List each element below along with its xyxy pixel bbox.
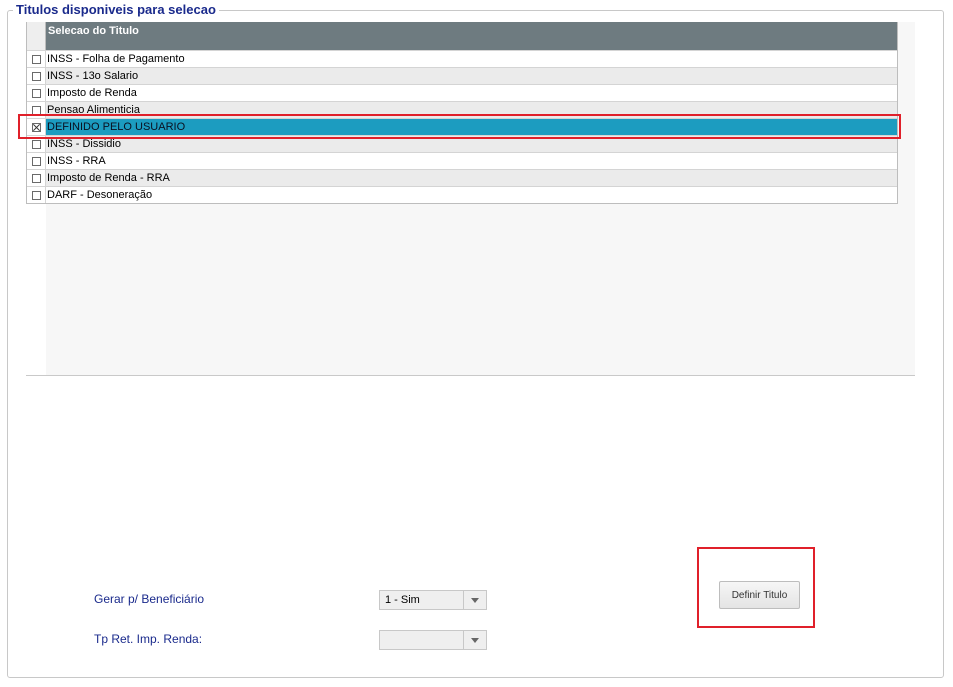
- header-checkbox-column: [27, 22, 46, 50]
- row-checkbox-cell: [27, 51, 46, 67]
- row-checkbox[interactable]: [31, 156, 41, 166]
- beneficiario-label: Gerar p/ Beneficiário: [94, 592, 205, 606]
- row-checkbox[interactable]: [31, 139, 41, 149]
- row-checkbox-cell: [27, 153, 46, 169]
- row-checkbox[interactable]: [31, 190, 41, 200]
- beneficiario-dropdown-button[interactable]: [463, 591, 486, 609]
- definir-titulo-button[interactable]: Definir Titulo: [719, 581, 800, 609]
- tp-ret-dropdown-button[interactable]: [463, 631, 486, 649]
- grid-row[interactable]: INSS - 13o Salario: [27, 67, 897, 84]
- grid-row[interactable]: Imposto de Renda: [27, 84, 897, 101]
- row-checkbox-cell: [27, 187, 46, 203]
- beneficiario-select[interactable]: 1 - Sim: [379, 590, 487, 610]
- row-title[interactable]: INSS - 13o Salario: [46, 68, 897, 84]
- beneficiario-value: 1 - Sim: [385, 594, 420, 606]
- grid-row[interactable]: INSS - RRA: [27, 152, 897, 169]
- row-checkbox[interactable]: [31, 173, 41, 183]
- grid-row[interactable]: Imposto de Renda - RRA: [27, 169, 897, 186]
- row-highlight-annotation: [18, 114, 901, 139]
- row-checkbox[interactable]: [31, 71, 41, 81]
- chevron-down-icon: [471, 637, 479, 643]
- grid-row[interactable]: DARF - Desoneração: [27, 186, 897, 203]
- row-checkbox-cell: [27, 170, 46, 186]
- fieldset-legend: Titulos disponiveis para selecao: [13, 2, 219, 18]
- row-title[interactable]: INSS - RRA: [46, 153, 897, 169]
- row-title[interactable]: INSS - Folha de Pagamento: [46, 51, 897, 67]
- grid-row[interactable]: INSS - Folha de Pagamento: [27, 50, 897, 67]
- chevron-down-icon: [471, 597, 479, 603]
- row-title[interactable]: DARF - Desoneração: [46, 187, 897, 203]
- row-checkbox[interactable]: [31, 54, 41, 64]
- row-title[interactable]: Imposto de Renda - RRA: [46, 170, 897, 186]
- row-checkbox-cell: [27, 68, 46, 84]
- row-checkbox[interactable]: [31, 88, 41, 98]
- tp-ret-select[interactable]: [379, 630, 487, 650]
- row-title[interactable]: Imposto de Renda: [46, 85, 897, 101]
- header-title-column[interactable]: Selecao do Titulo: [46, 22, 897, 50]
- grid-divider: [26, 375, 915, 376]
- row-checkbox-cell: [27, 85, 46, 101]
- grid-header: Selecao do Titulo: [27, 22, 897, 50]
- tp-ret-label: Tp Ret. Imp. Renda:: [94, 632, 203, 646]
- titles-grid: Selecao do Titulo INSS - Folha de Pagame…: [26, 22, 898, 204]
